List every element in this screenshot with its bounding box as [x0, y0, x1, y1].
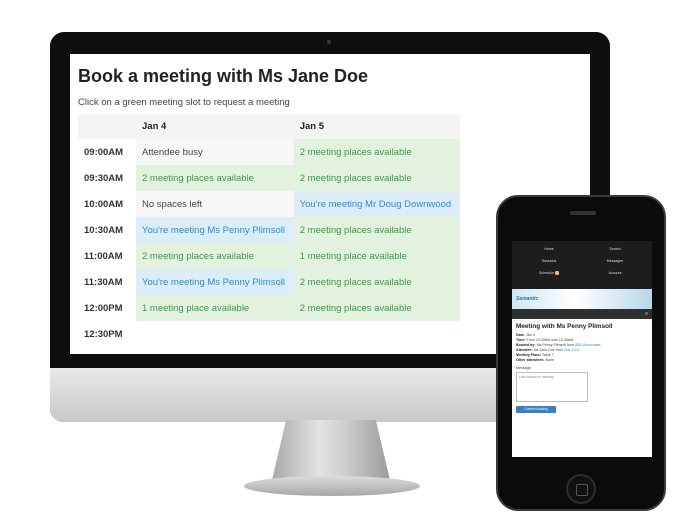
calendar-row: 09:00AM Attendee busy 2 meeting places ava…: [78, 139, 460, 165]
company-link[interactable]: Doe & Co: [564, 348, 580, 352]
time-slot-label: 11:00AM: [78, 243, 136, 269]
meeting-slot-mine[interactable]: You're meeting Ms Penny Plimsoll: [136, 269, 294, 295]
meeting-slot-open[interactable]: 2 meeting places available: [293, 269, 460, 295]
meeting-fields: Date: Jan 4 Time: From 10:30AM until 10:4…: [516, 333, 648, 363]
field-value: Ms Penny Plimsoll from: [536, 343, 575, 347]
calendar-row: 11:00AM 2 meeting places available 1 meeti…: [78, 243, 460, 269]
meeting-slot-open[interactable]: 2 meeting places available: [293, 217, 460, 243]
monitor-stand: [272, 420, 390, 480]
calendar-row: 09:30AM 2 meeting places available 2 meeti…: [78, 165, 460, 191]
time-column-header: [78, 114, 136, 139]
menu-icon[interactable]: ≡: [645, 311, 648, 317]
company-link[interactable]: ABC Associates: [575, 343, 601, 347]
nav-item-messages[interactable]: Messages: [582, 255, 648, 267]
message-field[interactable]: Look forward to meeting!: [516, 372, 588, 402]
field-label: Attendee:: [516, 348, 533, 352]
time-slot-label: 10:00AM: [78, 191, 136, 217]
home-button[interactable]: [566, 474, 596, 504]
meeting-slot-open[interactable]: 2 meeting places available: [293, 295, 460, 321]
meeting-slot-open[interactable]: 2 meeting places available: [136, 243, 294, 269]
nav-item-sessions[interactable]: Sessions: [516, 255, 582, 267]
field-label: Other attendees:: [516, 358, 545, 362]
calendar-row: 12:00PM 1 meeting place available 2 meetin…: [78, 295, 460, 321]
time-slot-label: 09:30AM: [78, 165, 136, 191]
phone-banner: Semantic: [512, 289, 652, 309]
field-value: Table 7: [542, 353, 554, 357]
meeting-slot-busy: Attendee busy: [136, 139, 294, 165]
nav-item-schedule[interactable]: Schedule 2: [516, 267, 582, 279]
time-slot-label: 10:30AM: [78, 217, 136, 243]
banner-logo: Semantic: [516, 296, 539, 302]
camera-icon: [327, 40, 331, 44]
field-label: Booked by:: [516, 343, 536, 347]
meeting-slot-open[interactable]: 2 meeting places available: [293, 165, 460, 191]
calendar-row: 10:30AM You're meeting Ms Penny Plimsoll 2…: [78, 217, 460, 243]
day-column-header: Jan 4: [136, 114, 294, 139]
field-label: Meeting Place:: [516, 353, 542, 357]
instruction-text: Click on a green meeting slot to request…: [78, 97, 290, 108]
meeting-calendar: Jan 4 Jan 5 09:00AM Attendee busy 2 meetin…: [78, 114, 460, 347]
meeting-slot-busy: No spaces left: [136, 191, 294, 217]
meeting-field: Other attendees: None: [516, 358, 648, 363]
monitor-stand-base: [244, 476, 420, 496]
phone-screen: Home Search Sessions Messages Schedule 2…: [512, 241, 652, 457]
time-slot-label: 12:30PM: [78, 321, 136, 347]
nav-item-account[interactable]: Account: [582, 267, 648, 279]
meeting-title: Meeting with Ms Penny Plimsoll: [516, 323, 613, 330]
product-showcase: Book a meeting with Ms Jane Doe Click on…: [0, 0, 695, 523]
phone-nav-menu: Home Search Sessions Messages Schedule 2…: [512, 241, 652, 289]
meeting-slot-open[interactable]: 2 meeting places available: [293, 139, 460, 165]
field-value: Ms Jane Doe from: [533, 348, 563, 352]
meeting-slot-open[interactable]: 2 meeting places available: [136, 165, 294, 191]
message-label: Message:: [516, 366, 532, 370]
meeting-slot-empty: [136, 321, 294, 347]
phone-toolbar: ≡: [512, 309, 652, 319]
time-slot-label: 12:00PM: [78, 295, 136, 321]
field-value: From 10:30AM until 10:45AM: [526, 338, 574, 342]
meeting-detail: Meeting with Ms Penny Plimsoll Date: Jan…: [512, 319, 652, 417]
schedule-badge: 2: [555, 271, 559, 275]
calendar-row: 10:00AM No spaces left You're meeting Mr D…: [78, 191, 460, 217]
calendar-row: 12:30PM: [78, 321, 460, 347]
nav-item-label: Schedule: [539, 271, 554, 275]
field-value: None: [545, 358, 555, 362]
field-value: Jan 4: [526, 333, 535, 337]
field-label: Date:: [516, 333, 525, 337]
page-title: Book a meeting with Ms Jane Doe: [78, 66, 369, 86]
speaker-grille: [570, 211, 596, 215]
meeting-slot-open[interactable]: 1 meeting place available: [136, 295, 294, 321]
nav-item-search[interactable]: Search: [582, 243, 648, 255]
time-slot-label: 09:00AM: [78, 139, 136, 165]
calendar-row: 11:30AM You're meeting Ms Penny Plimsoll 2…: [78, 269, 460, 295]
confirm-booking-button[interactable]: Confirm booking: [516, 406, 556, 413]
meeting-slot-open[interactable]: 1 meeting place available: [293, 243, 460, 269]
mobile-phone: Home Search Sessions Messages Schedule 2…: [496, 195, 666, 511]
calendar-header-row: Jan 4 Jan 5: [78, 114, 460, 139]
meeting-slot-empty: [293, 321, 460, 347]
field-label: Time:: [516, 338, 526, 342]
meeting-slot-mine[interactable]: You're meeting Mr Doug Downwood: [293, 191, 460, 217]
nav-item-home[interactable]: Home: [516, 243, 582, 255]
time-slot-label: 11:30AM: [78, 269, 136, 295]
meeting-slot-mine[interactable]: You're meeting Ms Penny Plimsoll: [136, 217, 294, 243]
day-column-header: Jan 5: [293, 114, 460, 139]
